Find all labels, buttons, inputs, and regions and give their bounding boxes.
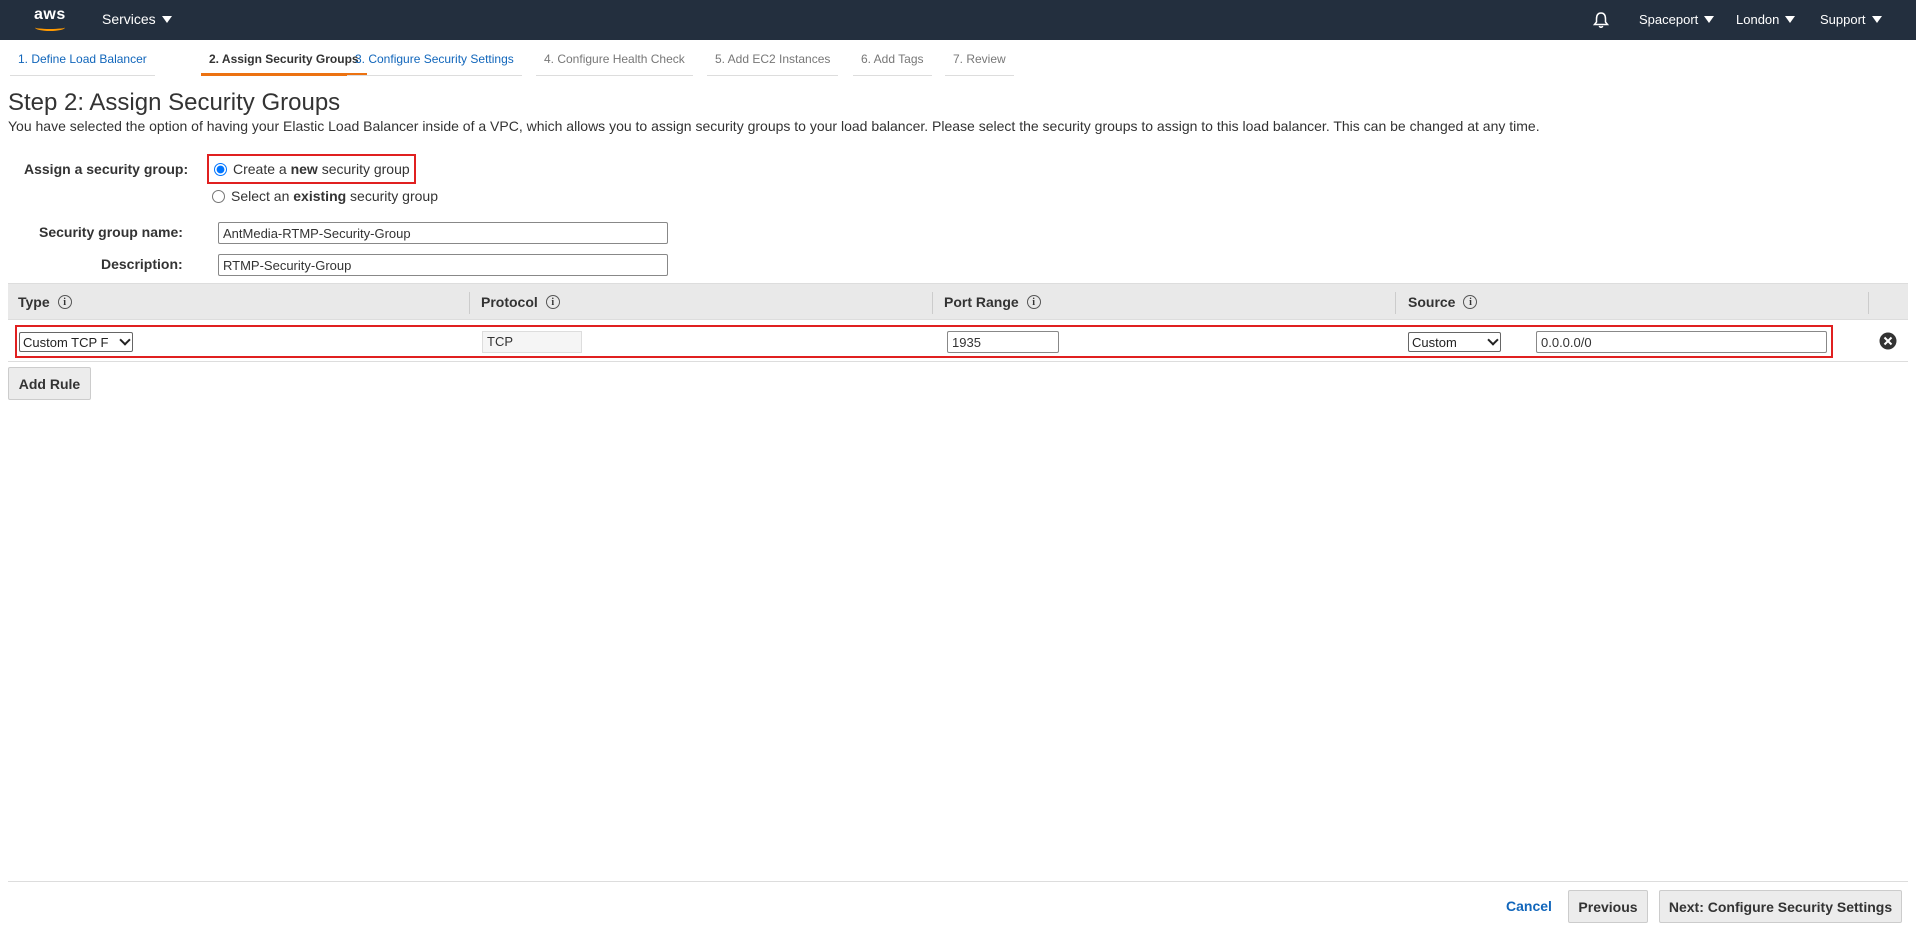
caret-down-icon bbox=[1704, 16, 1715, 24]
support-menu[interactable]: Support bbox=[1820, 12, 1882, 27]
caret-down-icon bbox=[1785, 16, 1796, 24]
info-icon[interactable]: i bbox=[1026, 295, 1041, 309]
radio-new-suffix: security group bbox=[317, 161, 410, 177]
radio-existing-bold: existing bbox=[293, 188, 347, 204]
assign-security-group-label: Assign a security group: bbox=[24, 161, 189, 177]
page-title: Step 2: Assign Security Groups bbox=[8, 89, 341, 116]
step-add-ec2-instances: 5. Add EC2 Instances bbox=[707, 48, 839, 76]
info-icon[interactable]: i bbox=[545, 295, 560, 309]
support-label: Support bbox=[1820, 12, 1866, 27]
aws-logo[interactable]: aws bbox=[34, 6, 68, 32]
column-divider bbox=[932, 292, 933, 314]
table-row: Custom TCP F TCP Custom bbox=[15, 325, 1833, 358]
rule-source-type-value: Custom bbox=[1412, 334, 1457, 350]
column-header-protocol: Protocol i bbox=[481, 294, 560, 310]
step-assign-security-groups[interactable]: 2. Assign Security Groups bbox=[201, 48, 367, 76]
account-label: Spaceport bbox=[1639, 12, 1699, 27]
page-description: You have selected the option of having y… bbox=[8, 118, 1540, 134]
column-divider bbox=[1395, 292, 1396, 314]
aws-logo-smile-icon bbox=[35, 24, 65, 31]
step-review: 7. Review bbox=[945, 48, 1014, 76]
column-header-source: Source i bbox=[1408, 294, 1478, 310]
step-configure-security-settings[interactable]: 3. Configure Security Settings bbox=[347, 48, 522, 76]
step-configure-health-check: 4. Configure Health Check bbox=[536, 48, 693, 76]
column-divider bbox=[1868, 292, 1869, 314]
chevron-down-icon bbox=[119, 334, 131, 346]
bell-icon[interactable] bbox=[1592, 11, 1610, 29]
info-icon[interactable]: i bbox=[57, 295, 72, 309]
type-header-label: Type bbox=[18, 294, 50, 310]
previous-button[interactable]: Previous bbox=[1568, 890, 1648, 923]
security-group-name-label: Security group name: bbox=[39, 224, 183, 240]
aws-logo-text: aws bbox=[34, 6, 66, 23]
radio-existing-input[interactable] bbox=[212, 189, 225, 203]
protocol-header-label: Protocol bbox=[481, 294, 538, 310]
source-header-label: Source bbox=[1408, 294, 1456, 310]
info-icon[interactable]: i bbox=[1463, 295, 1478, 309]
rule-source-select[interactable]: Custom bbox=[1408, 332, 1501, 352]
cancel-link[interactable]: Cancel bbox=[1506, 898, 1552, 914]
radio-new-prefix: Create a bbox=[233, 161, 291, 177]
rules-table-header: Type i Protocol i Port Range i Source i bbox=[8, 283, 1908, 320]
region-menu[interactable]: London bbox=[1736, 12, 1796, 27]
rule-port-range-input[interactable] bbox=[947, 331, 1059, 353]
radio-new-bold: new bbox=[290, 161, 318, 177]
table-row-divider bbox=[8, 361, 1908, 362]
top-navigation-bar: aws Services Spaceport London Support bbox=[0, 0, 1916, 40]
rule-type-select[interactable]: Custom TCP F bbox=[19, 332, 133, 352]
rule-protocol-value: TCP bbox=[482, 331, 582, 353]
rule-type-value: Custom TCP F bbox=[23, 334, 109, 350]
footer-divider bbox=[8, 881, 1908, 882]
account-menu[interactable]: Spaceport bbox=[1639, 12, 1715, 27]
remove-rule-icon[interactable] bbox=[1879, 332, 1897, 350]
radio-create-new-security-group[interactable]: Create a new security group bbox=[207, 154, 416, 184]
caret-down-icon bbox=[1871, 16, 1882, 24]
next-configure-security-settings-button[interactable]: Next: Configure Security Settings bbox=[1659, 890, 1902, 923]
radio-existing-text: Select an existing security group bbox=[231, 188, 438, 204]
column-header-type: Type i bbox=[18, 294, 72, 310]
radio-select-existing-security-group[interactable]: Select an existing security group bbox=[212, 188, 438, 204]
chevron-down-icon bbox=[1487, 334, 1499, 346]
radio-new-text: Create a new security group bbox=[233, 161, 410, 177]
description-input[interactable] bbox=[218, 254, 668, 276]
radio-existing-prefix: Select an bbox=[231, 188, 294, 204]
security-group-name-input[interactable] bbox=[218, 222, 668, 244]
add-rule-button[interactable]: Add Rule bbox=[8, 367, 91, 400]
services-label: Services bbox=[102, 11, 156, 27]
region-label: London bbox=[1736, 12, 1780, 27]
radio-existing-suffix: security group bbox=[346, 188, 438, 204]
column-header-port-range: Port Range i bbox=[944, 294, 1041, 310]
caret-down-icon bbox=[161, 15, 172, 23]
step-define-load-balancer[interactable]: 1. Define Load Balancer bbox=[10, 48, 155, 76]
column-divider bbox=[469, 292, 470, 314]
description-label: Description: bbox=[101, 256, 183, 272]
port-range-header-label: Port Range bbox=[944, 294, 1019, 310]
radio-new-input[interactable] bbox=[214, 162, 227, 176]
rule-source-cidr-input[interactable] bbox=[1536, 331, 1827, 353]
step-add-tags: 6. Add Tags bbox=[853, 48, 932, 76]
services-menu[interactable]: Services bbox=[102, 11, 172, 27]
